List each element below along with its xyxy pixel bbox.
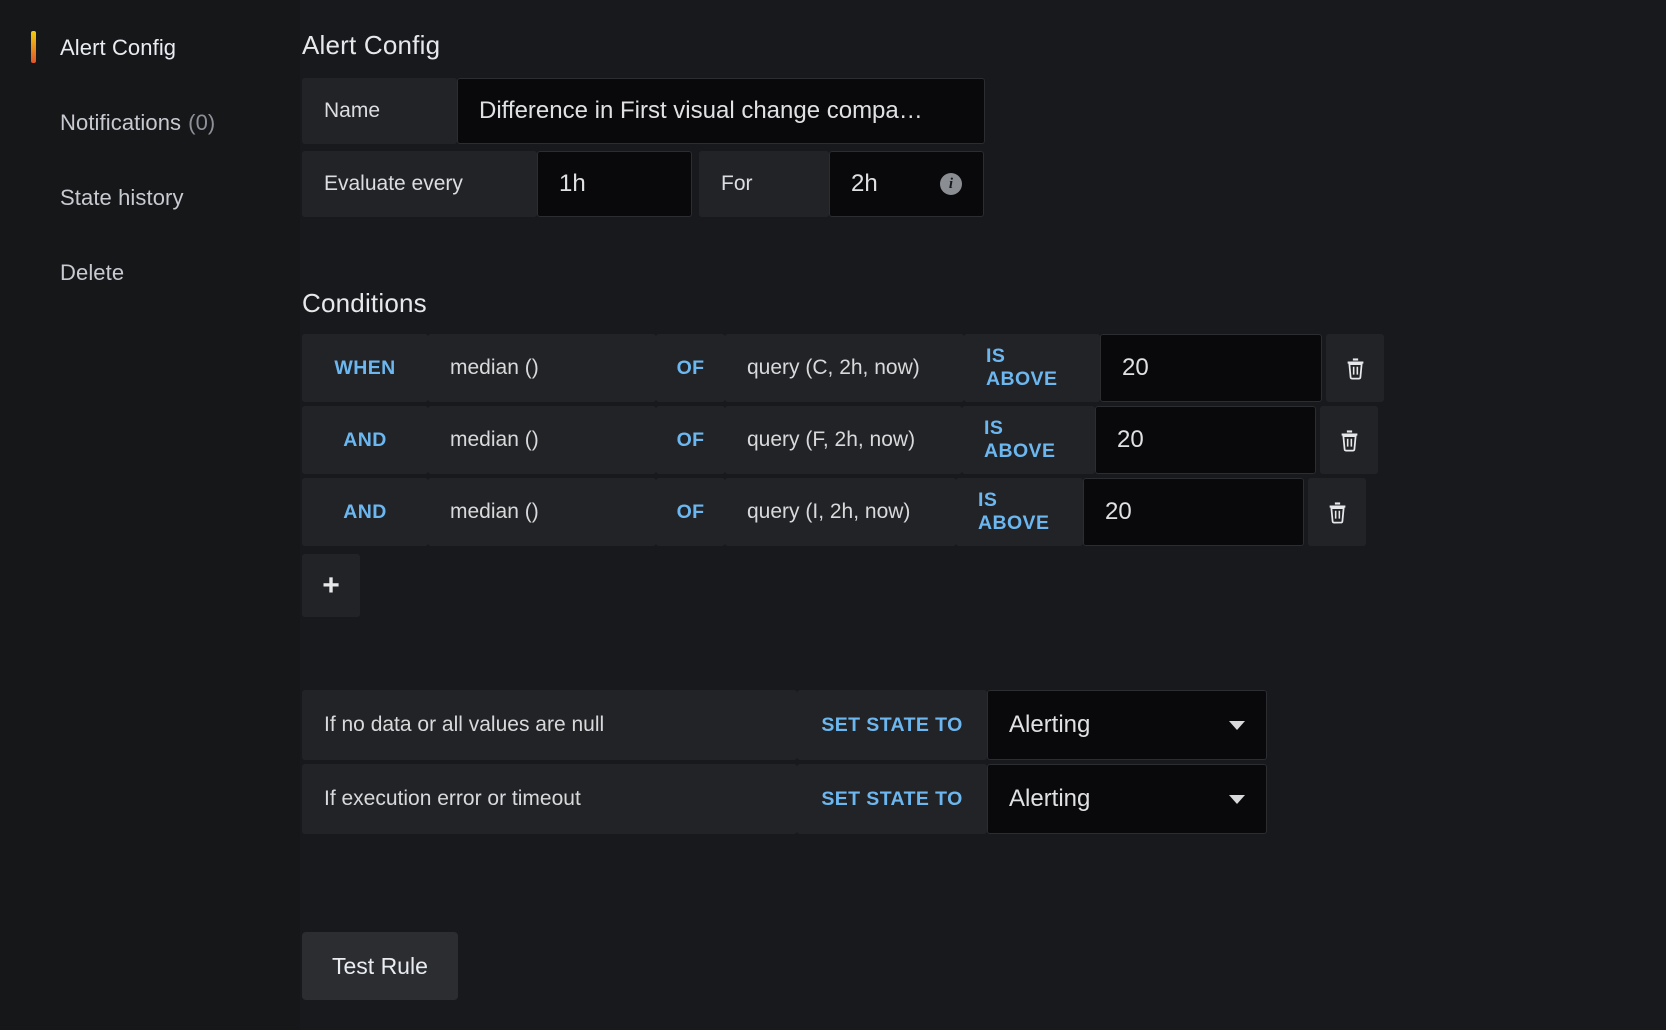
alert-rule-editor-page: Alert Config Notifications (0) State his… [0, 0, 1666, 1030]
name-label: Name [302, 78, 457, 144]
exec-error-label: If execution error or timeout [302, 764, 797, 834]
condition-of-label: OF [656, 406, 725, 474]
sidebar: Alert Config Notifications (0) State his… [0, 0, 300, 1030]
delete-condition-button[interactable] [1308, 478, 1366, 546]
condition-operator[interactable]: WHEN [302, 334, 428, 402]
trash-icon [1341, 429, 1357, 451]
condition-threshold-input[interactable]: 20 [1095, 406, 1316, 474]
no-data-label: If no data or all values are null [302, 690, 797, 760]
notifications-count: (0) [188, 110, 216, 135]
condition-row: WHEN median () OF query (C, 2h, now) IS … [302, 334, 1384, 402]
condition-row: AND median () OF query (I, 2h, now) IS A… [302, 478, 1384, 546]
condition-reducer[interactable]: median () [428, 334, 656, 402]
sidebar-item-label: Delete [60, 260, 125, 285]
chevron-down-icon [1229, 794, 1245, 804]
active-indicator-bar [31, 31, 36, 63]
name-row: Name Difference in First visual change c… [302, 78, 985, 144]
test-rule-button[interactable]: Test Rule [302, 932, 458, 1000]
conditions-heading: Conditions [302, 288, 427, 318]
condition-evaluator[interactable]: IS ABOVE [956, 478, 1083, 546]
main-content: Alert Config Name Difference in First vi… [300, 0, 1666, 1030]
sidebar-item-label: State history [60, 185, 184, 210]
condition-row: AND median () OF query (F, 2h, now) IS A… [302, 406, 1384, 474]
for-value-text: 2h [851, 170, 878, 197]
sidebar-item-label: Alert Config [60, 35, 177, 60]
condition-query[interactable]: query (F, 2h, now) [725, 406, 962, 474]
delete-condition-button[interactable] [1320, 406, 1378, 474]
sidebar-item-alert-config[interactable]: Alert Config [0, 28, 300, 68]
no-data-state-select[interactable]: Alerting [987, 690, 1267, 760]
delete-condition-button[interactable] [1326, 334, 1384, 402]
info-icon[interactable]: i [940, 173, 962, 195]
condition-reducer[interactable]: median () [428, 406, 656, 474]
condition-operator[interactable]: AND [302, 478, 428, 546]
evaluate-every-label: Evaluate every [302, 151, 537, 217]
exec-error-state-value: Alerting [1009, 785, 1091, 812]
exec-error-handler-row: If execution error or timeout SET STATE … [302, 764, 1267, 834]
add-condition-button[interactable]: + [302, 554, 360, 617]
alert-config-heading: Alert Config [302, 30, 441, 60]
condition-threshold-input[interactable]: 20 [1083, 478, 1304, 546]
condition-query[interactable]: query (C, 2h, now) [725, 334, 964, 402]
sidebar-item-label: Notifications [60, 110, 182, 135]
for-input[interactable]: 2h i [829, 151, 984, 217]
evaluate-row: Evaluate every 1h For 2h i [302, 151, 984, 217]
for-label: For [699, 151, 829, 217]
condition-threshold-input[interactable]: 20 [1100, 334, 1322, 402]
sidebar-item-notifications[interactable]: Notifications (0) [0, 103, 300, 143]
exec-error-set-state-label: SET STATE TO [797, 764, 987, 834]
no-data-state-value: Alerting [1009, 711, 1091, 738]
chevron-down-icon [1229, 720, 1245, 730]
trash-icon [1329, 501, 1345, 523]
condition-operator[interactable]: AND [302, 406, 428, 474]
no-data-set-state-label: SET STATE TO [797, 690, 987, 760]
sidebar-item-state-history[interactable]: State history [0, 178, 300, 218]
exec-error-state-select[interactable]: Alerting [987, 764, 1267, 834]
condition-of-label: OF [656, 478, 725, 546]
condition-query[interactable]: query (I, 2h, now) [725, 478, 956, 546]
no-data-handler-row: If no data or all values are null SET ST… [302, 690, 1267, 760]
condition-of-label: OF [656, 334, 725, 402]
condition-reducer[interactable]: median () [428, 478, 656, 546]
name-input[interactable]: Difference in First visual change compa… [457, 78, 985, 144]
condition-evaluator[interactable]: IS ABOVE [964, 334, 1100, 402]
trash-icon [1347, 357, 1363, 379]
evaluate-every-input[interactable]: 1h [537, 151, 692, 217]
condition-evaluator[interactable]: IS ABOVE [962, 406, 1095, 474]
sidebar-item-delete[interactable]: Delete [0, 253, 300, 293]
